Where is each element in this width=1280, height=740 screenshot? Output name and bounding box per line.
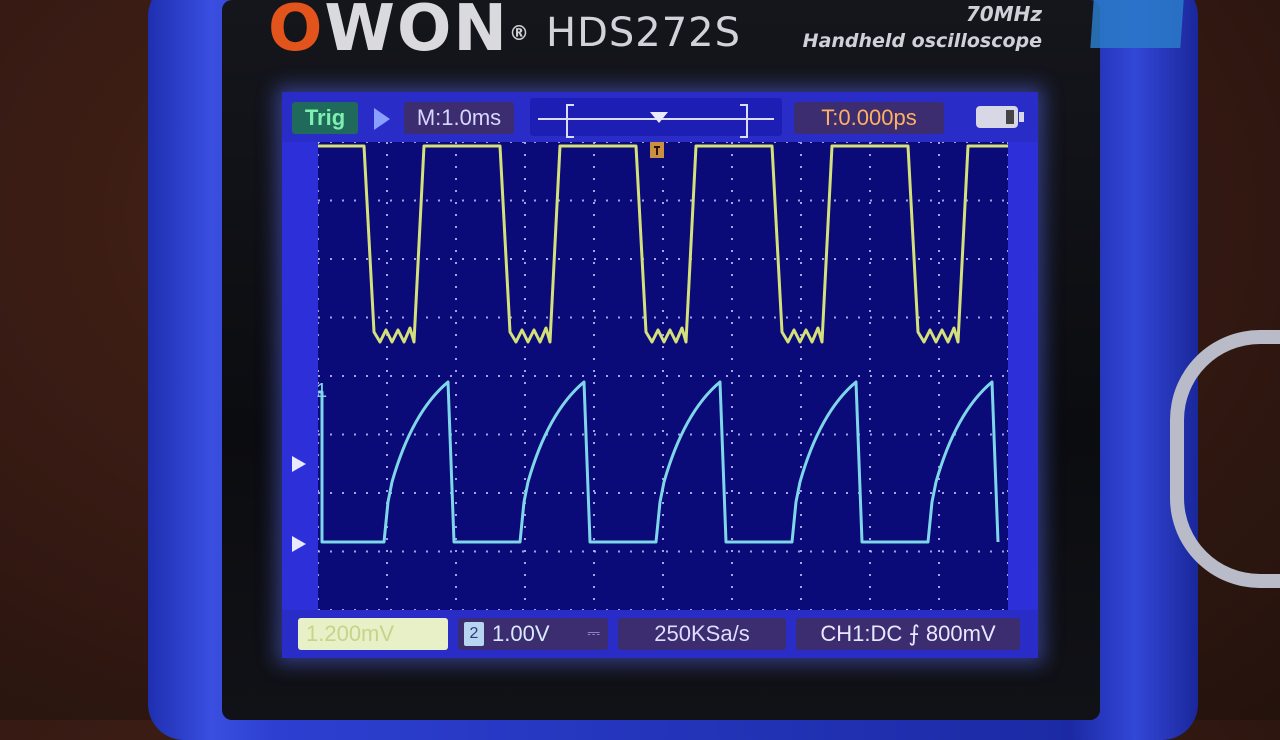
status-bar-top: Trig M:1.0ms T:0.000ps [282,92,1038,142]
ch2-scale-value: 1.00V [492,621,550,646]
model-name: HDS272S [546,10,742,56]
ch1-trace [318,144,1008,344]
ch2-badge: 2 [464,622,484,646]
trigger-status-badge: Trig [292,102,358,134]
brand-logo-text: WON [324,0,509,66]
ch2-scale-readout: 2 1.00V ⎓ [458,618,608,650]
waveform-grid [318,142,1008,610]
ch2-ground-icon [292,536,306,552]
brand-logo-mark: O [268,0,325,66]
status-bar-bottom: 1.200mV 2 1.00V ⎓ 250KSa/s CH1:DC ⨍ 800m… [282,610,1038,658]
battery-icon [976,106,1024,128]
trigger-marker-icon [650,142,664,158]
ch2-reference-icon [292,456,306,472]
horizontal-position-indicator [530,98,782,138]
product-label: Handheld oscilloscope [802,30,1042,52]
position-marker-icon [650,112,668,123]
trigger-time-readout: T:0.000ps [794,102,944,134]
waveform-display [318,142,1008,610]
run-arrow-icon [374,108,390,130]
ch2-trace [318,380,1000,544]
trigger-source-readout: CH1:DC ⨍ 800mV [796,618,1020,650]
bandwidth-label: 70MHz [965,2,1042,26]
window-bracket-right [740,104,748,138]
sample-rate-readout: 250KSa/s [618,618,786,650]
brand-logo: OWON® [268,0,531,64]
blue-tape [1090,0,1184,48]
probe-cable [1170,330,1280,588]
ch2-level-label: 1 [316,380,328,402]
registered-mark: ® [508,21,531,45]
timebase-readout: M:1.0ms [404,102,514,134]
ch1-scale-readout: 1.200mV [298,618,448,650]
window-bracket-left [566,104,574,138]
dc-coupling-icon: ⎓ [587,625,600,642]
lcd-screen: Trig M:1.0ms T:0.000ps 1 1.200mV 2 1.00V… [282,92,1038,658]
